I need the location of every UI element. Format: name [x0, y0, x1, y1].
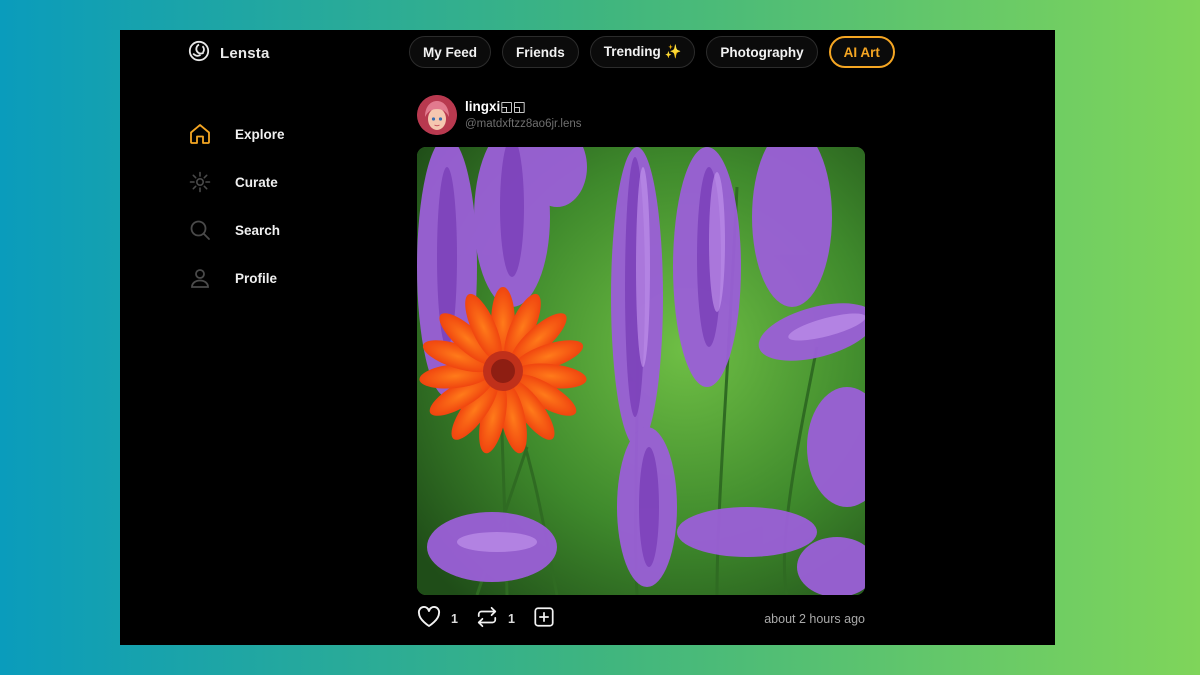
- brand-name: Lensta: [220, 45, 270, 62]
- sidebar: Explore Curate Search Profile: [188, 110, 285, 302]
- user-icon: [188, 266, 212, 290]
- lensta-logo-icon: [188, 40, 210, 67]
- heart-icon: [417, 605, 441, 633]
- tab-trending[interactable]: Trending ✨: [589, 36, 696, 68]
- tab-friends[interactable]: Friends: [502, 36, 579, 68]
- app-window: Lensta My Feed Friends Trending ✨ Photog…: [120, 30, 1055, 645]
- tab-label: AI Art: [843, 44, 880, 60]
- home-icon: [188, 122, 212, 146]
- sidebar-item-label: Explore: [235, 126, 285, 142]
- brand[interactable]: Lensta: [188, 40, 270, 67]
- search-icon: [188, 218, 212, 242]
- mirror-button[interactable]: 1: [476, 606, 515, 633]
- post-actions: 1 1 about 2 hours ago: [417, 605, 865, 633]
- mirror-count: 1: [507, 612, 515, 626]
- post-image[interactable]: [417, 147, 865, 595]
- tab-photography[interactable]: Photography: [706, 36, 818, 68]
- sidebar-item-label: Search: [235, 222, 281, 238]
- tab-my-feed[interactable]: My Feed: [409, 36, 492, 68]
- plus-square-icon: [533, 606, 555, 633]
- feed-tabs: My Feed Friends Trending ✨ Photography A…: [409, 36, 895, 68]
- like-count: 1: [451, 612, 458, 626]
- post-author[interactable]: lingxi◱◱ @matdxftzz8ao6jr.lens: [417, 94, 865, 136]
- repost-icon: [476, 606, 498, 633]
- tab-ai-art[interactable]: AI Art: [828, 36, 895, 68]
- author-handle[interactable]: @matdxftzz8ao6jr.lens: [465, 116, 582, 132]
- sidebar-item-explore[interactable]: Explore: [188, 110, 285, 158]
- sparkle-icon: [188, 170, 212, 194]
- sidebar-item-curate[interactable]: Curate: [188, 158, 285, 206]
- tab-label: My Feed: [423, 44, 478, 60]
- sidebar-item-profile[interactable]: Profile: [188, 254, 285, 302]
- like-button[interactable]: 1: [417, 605, 458, 633]
- post-card: lingxi◱◱ @matdxftzz8ao6jr.lens 1 1 about…: [417, 94, 865, 627]
- tab-label: Trending ✨: [603, 44, 682, 59]
- tab-label: Friends: [516, 44, 565, 60]
- post-timestamp: about 2 hours ago: [764, 612, 865, 626]
- sidebar-item-label: Profile: [235, 270, 278, 286]
- author-name[interactable]: lingxi◱◱: [465, 98, 582, 116]
- sidebar-item-search[interactable]: Search: [188, 206, 285, 254]
- avatar[interactable]: [417, 95, 457, 135]
- collect-button[interactable]: [533, 606, 555, 633]
- tab-label: Photography: [720, 44, 804, 60]
- sidebar-item-label: Curate: [235, 174, 278, 190]
